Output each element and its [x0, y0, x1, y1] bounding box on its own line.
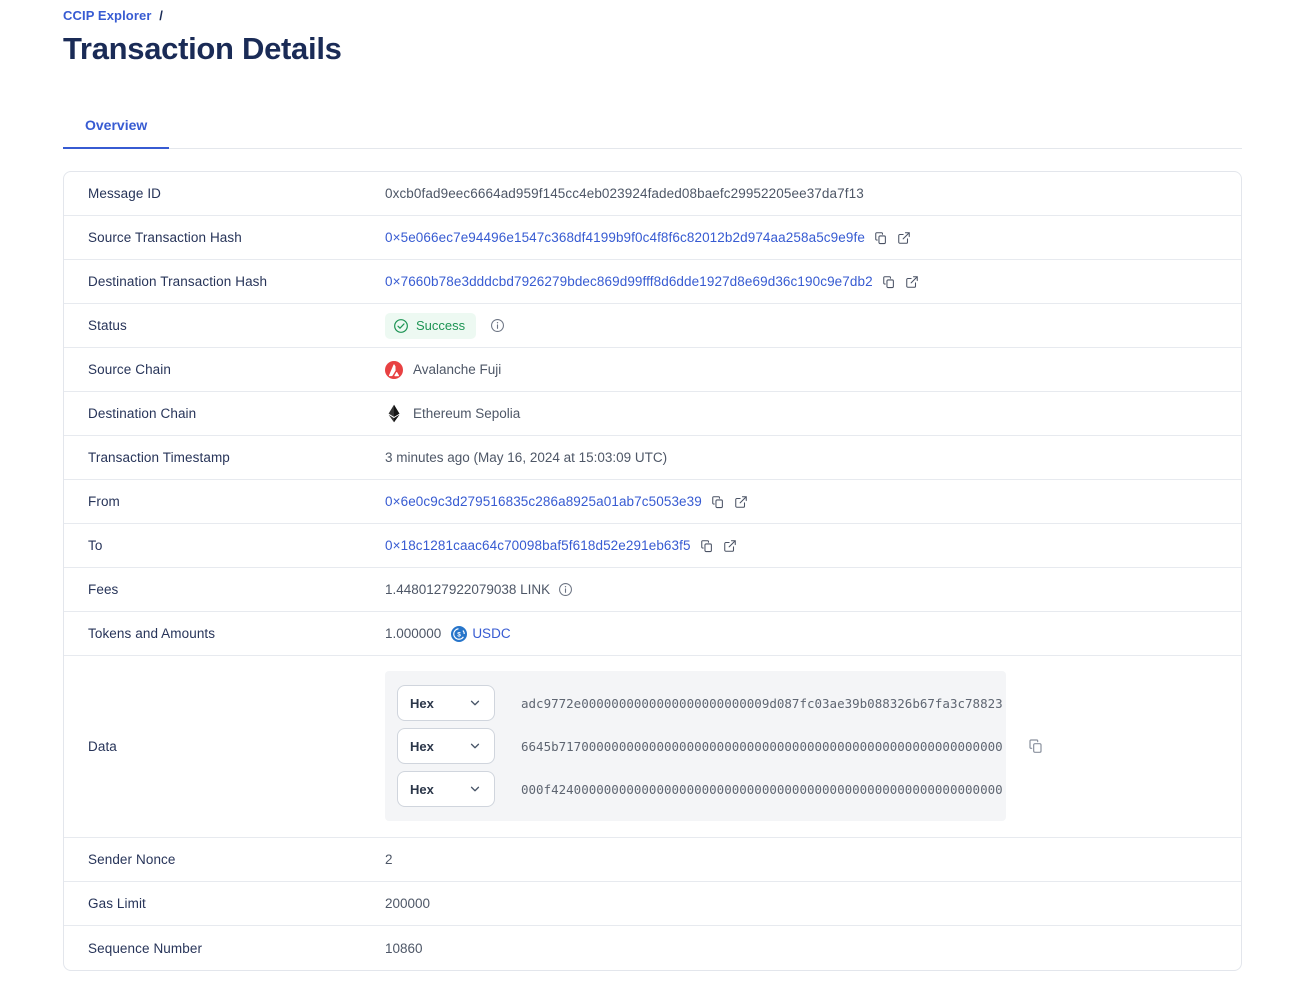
external-link-icon[interactable] [734, 495, 748, 509]
table-row-message-id: Message ID 0xcb0fad9eec6664ad959f145cc4e… [64, 172, 1241, 216]
status-badge: Success [385, 313, 476, 339]
transaction-details-page: CCIP Explorer / Transaction Details Over… [0, 0, 1305, 1001]
external-link-icon[interactable] [897, 231, 911, 245]
avalanche-logo-icon [385, 361, 403, 379]
data-label: Data [88, 739, 385, 754]
timestamp-value: 3 minutes ago (May 16, 2024 at 15:03:09 … [385, 450, 667, 465]
token-symbol: USDC [472, 626, 510, 641]
dest-chain-name: Ethereum Sepolia [413, 406, 520, 421]
copy-icon[interactable] [711, 495, 725, 509]
details-card: Message ID 0xcb0fad9eec6664ad959f145cc4e… [63, 171, 1242, 971]
data-hex-line-2: 6645b71700000000000000000000000000000000… [521, 739, 1003, 754]
copy-icon[interactable] [1028, 738, 1044, 754]
table-row-fees: Fees 1.4480127922079038 LINK [64, 568, 1241, 612]
tokens-label: Tokens and Amounts [88, 626, 385, 641]
table-row-from: From 0×6e0c9c3d279516835c286a8925a01ab7c… [64, 480, 1241, 524]
external-link-icon[interactable] [905, 275, 919, 289]
source-chain-name: Avalanche Fuji [413, 362, 501, 377]
usdc-logo-icon [451, 626, 467, 642]
timestamp-label: Transaction Timestamp [88, 450, 385, 465]
tab-bar: Overview [63, 107, 1242, 149]
page-title: Transaction Details [63, 31, 1242, 67]
sender-nonce-value: 2 [385, 852, 393, 867]
hex-format-select[interactable]: Hex [397, 685, 495, 721]
table-row-gas-limit: Gas Limit 200000 [64, 882, 1241, 926]
to-label: To [88, 538, 385, 553]
from-address-link[interactable]: 0×6e0c9c3d279516835c286a8925a01ab7c5053e… [385, 494, 702, 509]
table-row-sender-nonce: Sender Nonce 2 [64, 838, 1241, 882]
data-hex-line-1: adc9772e0000000000000000000000009d087fc0… [521, 696, 1003, 711]
fees-value: 1.4480127922079038 LINK [385, 582, 550, 597]
table-row-source-tx-hash: Source Transaction Hash 0×5e066ec7e94496… [64, 216, 1241, 260]
gas-limit-label: Gas Limit [88, 896, 385, 911]
hex-format-value: Hex [410, 782, 434, 797]
hex-format-select[interactable]: Hex [397, 728, 495, 764]
table-row-to: To 0×18c1281caac64c70098baf5f618d52e291e… [64, 524, 1241, 568]
dest-tx-hash-label: Destination Transaction Hash [88, 274, 385, 289]
hex-format-value: Hex [410, 696, 434, 711]
table-row-source-chain: Source Chain Avalanche Fuji [64, 348, 1241, 392]
data-hex-line-3: 000f424000000000000000000000000000000000… [521, 782, 1003, 797]
copy-icon[interactable] [882, 275, 896, 289]
table-row-status: Status Success [64, 304, 1241, 348]
from-label: From [88, 494, 385, 509]
message-id-label: Message ID [88, 186, 385, 201]
dest-chain-value: Ethereum Sepolia [385, 404, 520, 423]
breadcrumb-link-ccip-explorer[interactable]: CCIP Explorer [63, 8, 151, 23]
table-row-dest-tx-hash: Destination Transaction Hash 0×7660b78e3… [64, 260, 1241, 304]
source-tx-hash-link[interactable]: 0×5e066ec7e94496e1547c368df4199b9f0c4f8f… [385, 230, 865, 245]
info-icon[interactable] [558, 582, 573, 597]
sequence-number-value: 10860 [385, 941, 423, 956]
table-row-sequence-number: Sequence Number 10860 [64, 926, 1241, 970]
tab-overview[interactable]: Overview [63, 107, 169, 149]
chevron-down-icon [468, 739, 482, 753]
info-icon[interactable] [490, 318, 505, 333]
source-chain-value: Avalanche Fuji [385, 361, 501, 379]
data-line: Hex 000f42400000000000000000000000000000… [397, 771, 994, 807]
copy-icon[interactable] [874, 231, 888, 245]
copy-icon[interactable] [700, 539, 714, 553]
sender-nonce-label: Sender Nonce [88, 852, 385, 867]
hex-format-value: Hex [410, 739, 434, 754]
check-circle-icon [393, 318, 409, 334]
source-chain-label: Source Chain [88, 362, 385, 377]
dest-chain-label: Destination Chain [88, 406, 385, 421]
dest-tx-hash-link[interactable]: 0×7660b78e3dddcbd7926279bdec869d99fff8d6… [385, 274, 873, 289]
message-id-value: 0xcb0fad9eec6664ad959f145cc4eb023924fade… [385, 186, 864, 201]
to-address-link[interactable]: 0×18c1281caac64c70098baf5f618d52e291eb63… [385, 538, 691, 553]
table-row-dest-chain: Destination Chain Ethereum Sepolia [64, 392, 1241, 436]
table-row-data: Data Hex adc9772e00000000000000000000000… [64, 656, 1241, 838]
table-row-timestamp: Transaction Timestamp 3 minutes ago (May… [64, 436, 1241, 480]
source-tx-hash-label: Source Transaction Hash [88, 230, 385, 245]
breadcrumb-separator: / [159, 8, 163, 23]
hex-format-select[interactable]: Hex [397, 771, 495, 807]
data-line: Hex adc9772e0000000000000000000000009d08… [397, 685, 994, 721]
token-link-usdc[interactable]: USDC [451, 626, 510, 642]
fees-label: Fees [88, 582, 385, 597]
tab-overview-label: Overview [85, 117, 147, 133]
ethereum-logo-icon [385, 404, 403, 423]
external-link-icon[interactable] [723, 539, 737, 553]
sequence-number-label: Sequence Number [88, 941, 385, 956]
breadcrumb: CCIP Explorer / [63, 8, 1242, 23]
status-label: Status [88, 318, 385, 333]
status-badge-text: Success [416, 318, 465, 333]
table-row-tokens: Tokens and Amounts 1.000000 USDC [64, 612, 1241, 656]
data-panel: Hex adc9772e0000000000000000000000009d08… [385, 671, 1006, 821]
data-line: Hex 6645b7170000000000000000000000000000… [397, 728, 994, 764]
chevron-down-icon [468, 696, 482, 710]
token-amount: 1.000000 [385, 626, 441, 641]
chevron-down-icon [468, 782, 482, 796]
gas-limit-value: 200000 [385, 896, 430, 911]
